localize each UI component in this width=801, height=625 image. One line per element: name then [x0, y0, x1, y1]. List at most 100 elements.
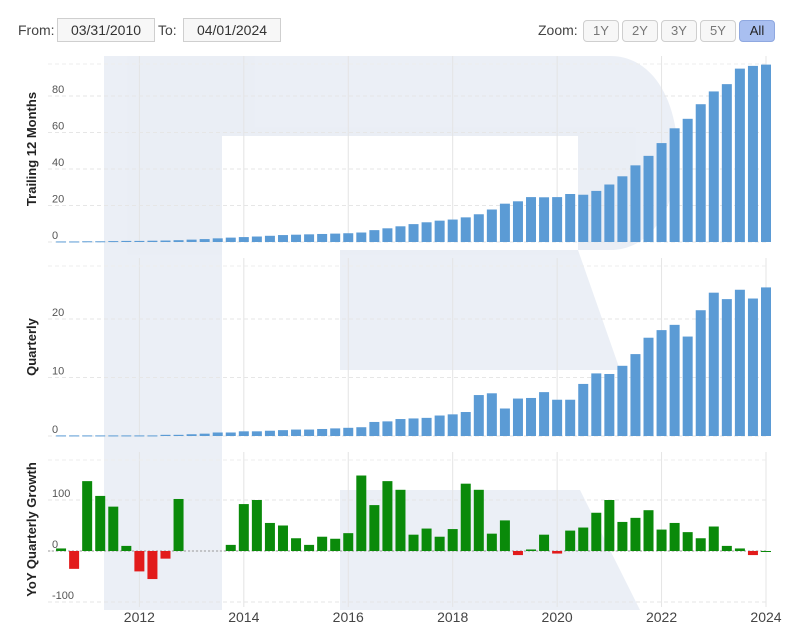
financial-chart: 2012 2014 2016 2018 2020 2022 2024 0 20 40 60 80 Tra…: [24, 56, 782, 625]
chart-bar: [473, 489, 484, 551]
chart-bar: [630, 354, 641, 436]
chart-bar: [604, 500, 615, 551]
chart-bar: [460, 217, 471, 242]
chart-bar: [147, 435, 158, 437]
x-tick-label: 2014: [228, 609, 259, 625]
y-tick-label: 40: [52, 157, 64, 169]
chart-bar: [499, 203, 510, 242]
chart-bar: [565, 530, 576, 551]
chart-bar: [486, 533, 497, 551]
chart-bar: [95, 241, 106, 243]
x-tick-label: 2012: [124, 609, 155, 625]
chart-bar: [761, 64, 771, 242]
chart-bar: [617, 176, 628, 242]
y-tick-label: 0: [52, 230, 58, 242]
chart-bar: [526, 549, 537, 551]
chart-bar: [82, 435, 93, 437]
chart-bar: [238, 504, 249, 551]
chart-bar: [643, 510, 654, 551]
chart-bar: [56, 548, 67, 551]
chart-bar: [434, 220, 445, 242]
chart-bar: [565, 194, 576, 242]
chart-bar: [291, 234, 302, 242]
x-tick-label: 2020: [542, 609, 573, 625]
chart-bar: [212, 432, 223, 436]
chart-bar: [708, 91, 719, 242]
chart-bar: [708, 526, 719, 551]
chart-bar: [617, 521, 628, 551]
chart-bar: [761, 287, 771, 436]
chart-bar: [434, 536, 445, 551]
chart-bar: [747, 551, 758, 556]
chart-bar: [460, 412, 471, 436]
chart-bar: [95, 495, 106, 551]
chart-bar: [173, 498, 184, 551]
chart-bar: [447, 414, 458, 436]
chart-bar: [539, 392, 550, 436]
chart-bar: [486, 393, 497, 436]
chart-bar: [330, 428, 341, 436]
chart-bar: [656, 529, 667, 551]
chart-bar: [69, 435, 80, 437]
chart-bar: [526, 197, 537, 242]
chart-bar: [56, 241, 67, 243]
chart-bar: [199, 239, 210, 242]
chart-bar: [395, 226, 406, 242]
chart-bar: [330, 538, 341, 551]
chart-bar: [591, 373, 602, 436]
chart-bar: [225, 237, 236, 242]
chart-bar: [526, 397, 537, 436]
y-tick-label: 20: [52, 307, 64, 319]
chart-bar: [264, 430, 275, 436]
chart-bar: [147, 551, 158, 580]
y-tick-label: 100: [52, 488, 70, 500]
chart-bar: [656, 143, 667, 242]
y-tick-label: 0: [52, 424, 58, 436]
chart-bar: [539, 197, 550, 242]
chart-bar: [369, 230, 380, 242]
chart-bar: [604, 373, 615, 436]
chart-bar: [108, 241, 119, 243]
chart-bar: [408, 224, 419, 242]
chart-bar: [617, 365, 628, 436]
chart-bar: [512, 551, 523, 556]
chart-bar: [225, 544, 236, 551]
chart-bar: [304, 544, 315, 551]
chart-bar: [395, 489, 406, 551]
chart-bar: [591, 190, 602, 242]
chart-bar: [695, 104, 706, 243]
chart-bar: [552, 551, 563, 554]
chart-bar: [69, 241, 80, 243]
chart-bar: [238, 431, 249, 436]
chart-bar: [734, 548, 745, 551]
chart-bar: [499, 520, 510, 551]
chart-bar: [630, 165, 641, 242]
chart-bar: [121, 435, 132, 437]
chart-bar: [382, 421, 393, 436]
chart-bar: [82, 241, 93, 243]
chart-bar: [669, 324, 680, 436]
chart-bar: [695, 538, 706, 551]
chart-bar: [552, 399, 563, 436]
chart-bar: [695, 310, 706, 436]
chart-bar: [382, 481, 393, 551]
chart-bar: [630, 517, 641, 551]
chart-bar: [682, 118, 693, 242]
chart-bar: [591, 512, 602, 551]
chart-bar: [356, 427, 367, 436]
chart-bar: [721, 84, 732, 242]
chart-bar: [578, 194, 589, 242]
chart-bar: [291, 429, 302, 436]
y-tick-label: 60: [52, 121, 64, 133]
chart-bar: [147, 240, 158, 242]
chart-bar: [643, 337, 654, 436]
chart-bar: [343, 533, 354, 551]
y-tick-label: -100: [52, 590, 74, 602]
chart-bar: [578, 527, 589, 551]
chart-bar: [682, 336, 693, 436]
chart-bar: [317, 233, 328, 242]
chart-bar: [108, 435, 119, 437]
chart-bar: [199, 433, 210, 436]
chart-bar: [408, 418, 419, 436]
chart-bar: [434, 415, 445, 436]
